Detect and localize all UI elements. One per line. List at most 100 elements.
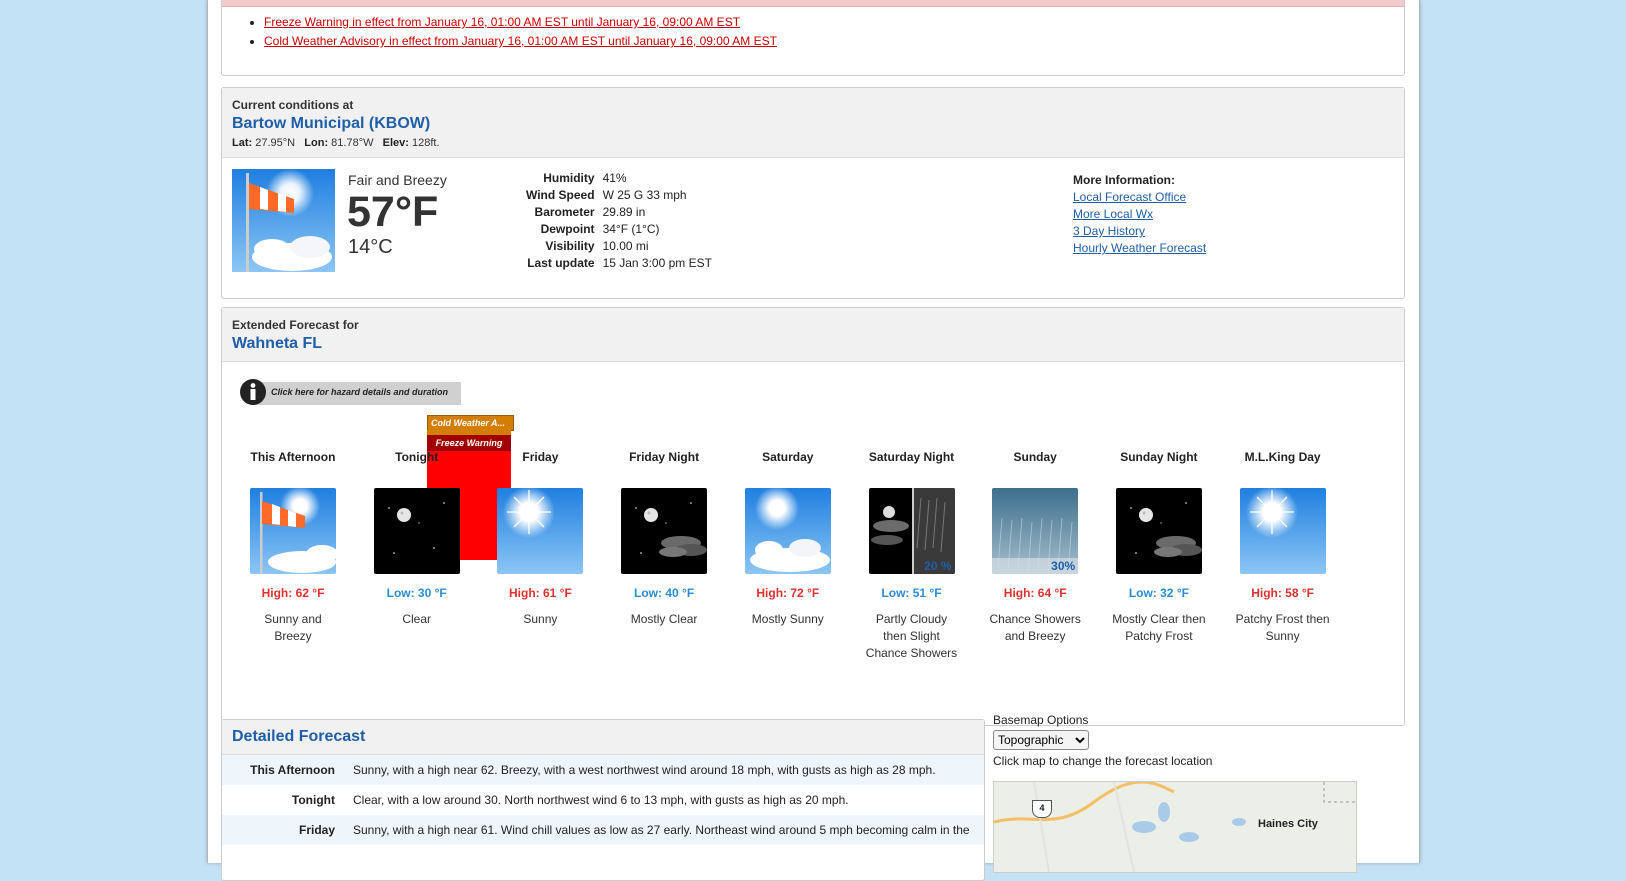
period-name: Tonight — [395, 450, 439, 464]
forecast-period: Tonight Low: 30 °F Clear — [355, 450, 479, 628]
detail-row: Wind Speed W 25 G 33 mph — [522, 187, 716, 204]
detailed-period: Tonight — [291, 793, 335, 807]
mostly-clear-night-icon[interactable] — [1115, 488, 1202, 574]
forecast-location: Wahneta FL — [232, 335, 323, 352]
period-description: Mostly Clear — [630, 612, 698, 626]
period-temperature: Low: 40 °F — [634, 586, 695, 600]
current-conditions-panel: Current conditions at Bartow Municipal (… — [221, 87, 1405, 299]
sunny-icon[interactable] — [497, 488, 584, 574]
precip-chance: 30% — [1051, 559, 1076, 573]
partly-cloudy-showers-night-icon[interactable]: 20 % — [868, 488, 955, 574]
hazard-item: Freeze Warning in effect from January 16… — [264, 13, 1404, 32]
forecast-period: This Afternoon High: 62 °F Sunny and Breez… — [231, 450, 355, 645]
extended-forecast-heading: Extended Forecast for — [232, 318, 359, 332]
period-name: Saturday — [762, 450, 814, 464]
period-name: This Afternoon — [250, 450, 336, 464]
detailed-forecast-panel: Detailed Forecast This Afternoon Sunny, w… — [221, 719, 985, 881]
detailed-text: Sunny, with a high near 62. Breezy, with… — [353, 763, 936, 777]
detail-value: 10.00 mi — [602, 239, 649, 253]
extended-forecast-header: Extended Forecast for Wahneta FL — [222, 308, 1404, 362]
period-name: Sunday — [1013, 450, 1057, 464]
clear-night-icon[interactable] — [373, 488, 460, 574]
map-city-label: Haines City — [1258, 818, 1318, 830]
mostly-sunny-icon[interactable] — [744, 488, 831, 574]
detail-label: Wind Speed — [526, 188, 595, 202]
map-hint: Click map to change the forecast locatio… — [993, 754, 1213, 768]
period-description: Patchy Frost then Sunny — [1235, 612, 1330, 643]
hazards-list: Freeze Warning in effect from January 16… — [222, 13, 1404, 51]
period-temperature: Low: 32 °F — [1128, 586, 1189, 600]
detail-value: 29.89 in — [602, 205, 646, 219]
detailed-row: Tonight Clear, with a low around 30. Nort… — [222, 785, 984, 815]
current-conditions-header: Current conditions at Bartow Municipal (… — [222, 88, 1404, 158]
period-name: M.L.King Day — [1244, 450, 1321, 464]
three-day-history-link[interactable]: 3 Day History — [1073, 224, 1145, 238]
extended-forecast-panel: Extended Forecast for Wahneta FL Click h… — [221, 307, 1405, 726]
detailed-text: Sunny, with a high near 61. Wind chill v… — [353, 823, 970, 837]
forecast-period: Sunday 30% High: 64 °F Chance Showers and B… — [973, 450, 1097, 645]
detail-row: Visibility 10.00 mi — [522, 238, 716, 255]
more-information: More Information: Local Forecast Office … — [1073, 172, 1206, 257]
detail-label: Last update — [527, 256, 595, 270]
lat-label: Lat: — [232, 137, 253, 149]
detailed-period: This Afternoon — [250, 763, 335, 777]
period-name: Friday Night — [629, 450, 700, 464]
period-description: Partly Cloudy then Slight Chance Showers — [865, 612, 958, 660]
detail-value: 41% — [602, 171, 627, 185]
period-temperature: High: 72 °F — [756, 586, 820, 600]
more-local-wx-link[interactable]: More Local Wx — [1073, 207, 1153, 221]
period-description: Mostly Clear then Patchy Frost — [1112, 612, 1206, 643]
detail-row: Barometer 29.89 in — [522, 204, 716, 221]
cold-weather-advisory-tag[interactable]: Cold Weather A... — [427, 415, 514, 431]
period-temperature: High: 58 °F — [1251, 586, 1314, 600]
detailed-row: Friday Sunny, with a high near 61. Wind c… — [222, 815, 984, 845]
hazard-link-cold[interactable]: Cold Weather Advisory in effect from Jan… — [264, 34, 777, 48]
detail-value: 15 Jan 3:00 pm EST — [602, 256, 712, 270]
period-temperature: Low: 51 °F — [881, 586, 942, 600]
sunny-icon[interactable] — [1239, 488, 1326, 574]
period-temperature: High: 64 °F — [1003, 586, 1067, 600]
detail-label: Barometer — [534, 205, 595, 219]
hazards-header-bar — [222, 0, 1404, 7]
hazards-panel: Freeze Warning in effect from January 16… — [221, 0, 1405, 76]
detailed-period: Friday — [298, 823, 335, 837]
showers-icon[interactable]: 30% — [992, 488, 1079, 574]
freeze-warning-tag[interactable]: Freeze Warning — [427, 435, 511, 451]
period-name: Sunday Night — [1120, 450, 1198, 464]
local-forecast-office-link[interactable]: Local Forecast Office — [1073, 190, 1186, 204]
forecast-period: Saturday High: 72 °F Mostly Sunny — [726, 450, 850, 628]
more-information-heading: More Information: — [1073, 173, 1175, 187]
detailed-forecast-heading: Detailed Forecast — [232, 728, 366, 745]
forecast-map[interactable]: 4 Haines City — [993, 781, 1357, 873]
detailed-text: Clear, with a low around 30. North north… — [353, 793, 849, 807]
map-options: Basemap Options Topographic Click map to… — [993, 713, 1358, 768]
period-description: Clear — [402, 612, 432, 626]
forecast-period: Saturday Night 20 % Low: 51 °F Partly Cloud… — [850, 450, 974, 662]
elev-value: 128ft. — [412, 137, 440, 149]
detail-value: W 25 G 33 mph — [602, 188, 687, 202]
basemap-select[interactable]: Topographic — [993, 730, 1089, 750]
hazard-link-freeze[interactable]: Freeze Warning in effect from January 16… — [264, 15, 740, 29]
hazard-details-button[interactable]: Click here for hazard details and durati… — [239, 378, 461, 406]
windy-day-icon[interactable] — [250, 488, 336, 574]
route-shield-icon: 4 — [1032, 800, 1052, 818]
detail-row: Humidity 41% — [522, 170, 716, 187]
period-description: Sunny — [523, 612, 558, 626]
current-details-table: Humidity 41% Wind Speed W 25 G 33 mph Baro… — [522, 170, 716, 272]
detailed-forecast-header: Detailed Forecast — [222, 720, 984, 755]
basemap-label: Basemap Options — [993, 713, 1089, 727]
forecast-period: Sunday Night Low: 32 °F Mostly Clear then … — [1097, 450, 1221, 645]
station-name: Bartow Municipal (KBOW) — [232, 115, 431, 132]
period-description: Mostly Sunny — [751, 612, 824, 626]
hourly-forecast-link[interactable]: Hourly Weather Forecast — [1073, 241, 1206, 255]
period-temperature: High: 62 °F — [261, 586, 325, 600]
hazard-details-text: Click here for hazard details and durati… — [271, 387, 449, 397]
detail-row: Last update 15 Jan 3:00 pm EST — [522, 255, 716, 272]
current-conditions-body: Fair and Breezy 57°F 14°C Humidity 41% Wi… — [222, 158, 1404, 298]
precip-chance: 20 % — [924, 559, 952, 573]
mostly-clear-night-icon[interactable] — [621, 488, 708, 574]
detail-value: 34°F (1°C) — [602, 222, 660, 236]
windy-day-icon — [232, 169, 335, 272]
period-name: Saturday Night — [868, 450, 955, 464]
current-temp-c: 14°C — [348, 236, 393, 258]
